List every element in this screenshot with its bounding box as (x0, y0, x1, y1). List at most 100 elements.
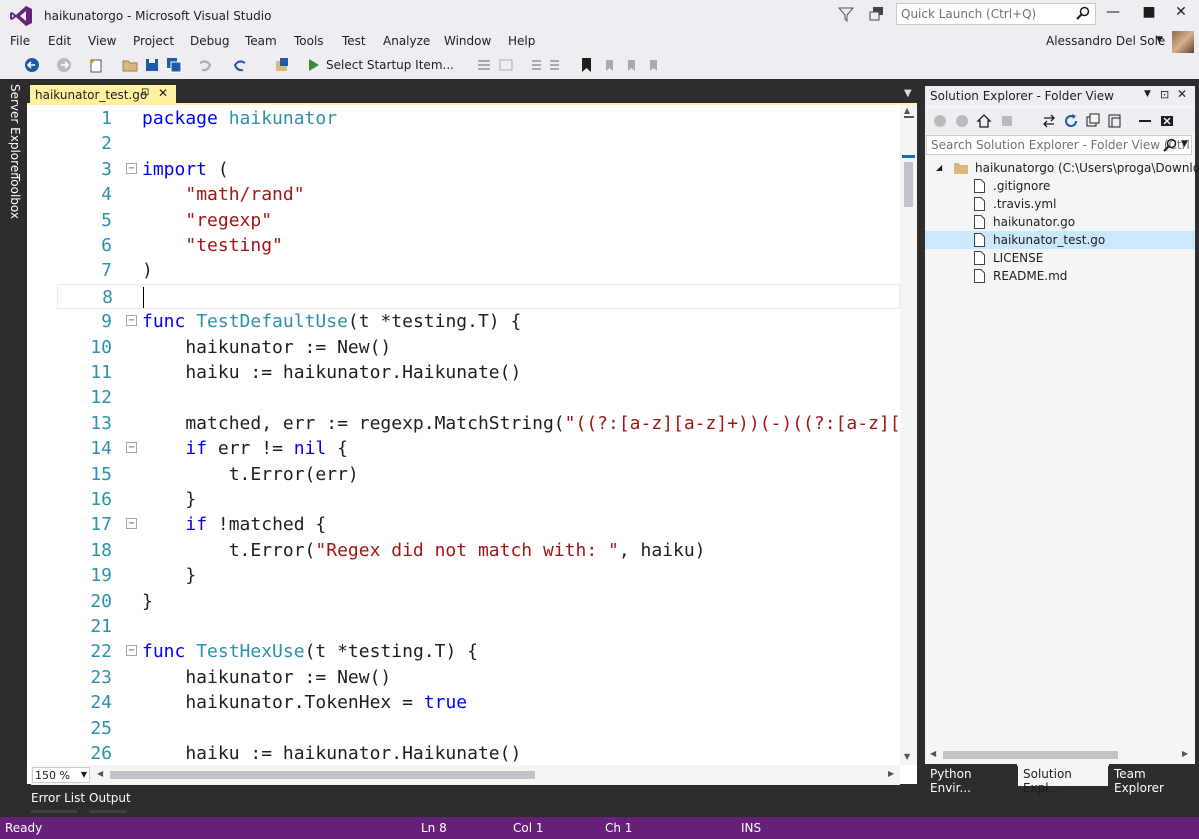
code-line[interactable]: 4 "math/rand" (57, 182, 900, 207)
select-startup-item-dropdown[interactable]: Select Startup Item... (326, 58, 454, 72)
preview-icon[interactable] (1159, 113, 1175, 129)
pin-icon[interactable]: ⊡ (141, 87, 149, 98)
code-line[interactable]: 8 (57, 283, 900, 309)
collapse-all-icon[interactable] (1085, 113, 1101, 129)
menu-edit[interactable]: Edit (48, 34, 71, 48)
save-icon[interactable] (144, 57, 162, 73)
collapse-region-icon[interactable]: − (126, 645, 137, 657)
properties-icon[interactable] (1137, 113, 1153, 129)
tree-item-file[interactable]: LICENSE (925, 249, 1195, 267)
code-line[interactable]: 6 "testing" (57, 233, 900, 258)
chevron-down-icon[interactable]: ▼ (1144, 89, 1151, 99)
solution-explorer-hscroll-thumb[interactable] (943, 751, 1118, 759)
code-line[interactable]: 19 } (57, 563, 900, 588)
next-bookmark-icon[interactable] (622, 57, 640, 73)
tree-item-file[interactable]: .travis.yml (925, 195, 1195, 213)
code-line[interactable]: 24 haikunator.TokenHex = true (57, 690, 900, 715)
close-button[interactable]: ✕ (1166, 4, 1196, 24)
code-line[interactable]: 1 package haikunator (57, 106, 900, 131)
tree-item-file[interactable]: haikunator_test.go (925, 231, 1195, 249)
home-icon[interactable] (976, 113, 992, 129)
zoom-dropdown[interactable]: 150 % ▼ (32, 767, 90, 783)
collapse-region-icon[interactable]: − (126, 162, 137, 174)
code-line[interactable]: 2 (57, 131, 900, 156)
menu-analyze[interactable]: Analyze (383, 34, 430, 48)
code-line[interactable]: 12 (57, 385, 900, 410)
server-explorer-tab[interactable]: Server Explorer (8, 84, 22, 177)
find-in-files-icon[interactable] (274, 57, 292, 73)
solution-explorer-search-input[interactable]: Search Solution Explorer - Folder View (… (926, 135, 1192, 155)
scroll-left-icon[interactable]: ◀ (97, 769, 103, 778)
code-line[interactable]: 15 t.Error(err) (57, 462, 900, 487)
code-line[interactable]: 21 (57, 614, 900, 639)
horizontal-scroll-thumb[interactable] (110, 771, 535, 779)
increase-indent-icon[interactable] (548, 57, 566, 73)
menu-test[interactable]: Test (342, 34, 366, 48)
code-line[interactable]: 23 haikunator := New() (57, 665, 900, 690)
forward-icon[interactable] (954, 113, 970, 129)
previous-bookmark-icon[interactable] (600, 57, 618, 73)
code-line[interactable]: 3 − import ( (57, 157, 900, 182)
scroll-left-icon[interactable]: ◀ (930, 749, 936, 758)
redo-icon[interactable] (231, 57, 249, 73)
menu-project[interactable]: Project (133, 34, 174, 48)
code-line[interactable]: 7) (57, 258, 900, 283)
code-line[interactable]: 16 } (57, 487, 900, 512)
menu-file[interactable]: File (10, 34, 30, 48)
menu-help[interactable]: Help (508, 34, 535, 48)
feedback-icon[interactable] (868, 6, 886, 22)
undo-icon[interactable] (196, 57, 214, 73)
code-text-area[interactable]: 1 package haikunator 2 3− import (4 "math/ra… (57, 105, 900, 765)
tab-team-explorer[interactable]: Team Explorer (1109, 764, 1199, 795)
scroll-up-icon[interactable]: ▲ (904, 106, 910, 115)
notifications-filter-icon[interactable] (838, 6, 854, 22)
user-name[interactable]: Alessandro Del Sole (1046, 34, 1165, 48)
collapse-region-icon[interactable]: − (126, 442, 137, 454)
code-line[interactable]: 13 matched, err := regexp.MatchString("(… (57, 411, 900, 436)
tab-output[interactable]: Output (89, 791, 131, 805)
split-handle[interactable] (904, 116, 914, 118)
clear-bookmarks-icon[interactable] (644, 57, 662, 73)
tab-haikunator-test-go[interactable]: haikunator_test.go (30, 85, 176, 105)
tree-item-file[interactable]: .gitignore (925, 177, 1195, 195)
code-line[interactable]: 20} (57, 589, 900, 614)
close-icon[interactable]: ✕ (158, 86, 168, 100)
code-line[interactable]: 25 (57, 716, 900, 741)
pin-icon[interactable]: ⊡ (1160, 88, 1169, 101)
tree-root-folder[interactable]: ◢ haikunatorgo (C:\Users\proga\Download (925, 159, 1199, 177)
navigate-back-icon[interactable] (24, 57, 42, 73)
comment-lines-icon[interactable] (476, 57, 494, 73)
menu-view[interactable]: View (88, 34, 116, 48)
collapse-region-icon[interactable]: − (126, 518, 137, 530)
scroll-right-icon[interactable]: ▶ (1182, 749, 1188, 758)
solution-tree[interactable]: ◢ haikunatorgo (C:\Users\proga\Download .g… (925, 156, 1199, 746)
code-line[interactable]: 11 haiku := haikunator.Haikunate() (57, 360, 900, 385)
bookmark-icon[interactable] (578, 57, 596, 73)
switch-views-icon[interactable] (1000, 113, 1018, 129)
search-icon[interactable] (1076, 6, 1090, 20)
code-line[interactable]: 9 − func TestDefaultUse(t *testing.T) { (57, 309, 900, 334)
scroll-right-icon[interactable]: ▶ (888, 769, 894, 778)
vertical-scroll-thumb[interactable] (904, 162, 913, 207)
tree-item-file[interactable]: haikunator.go (925, 213, 1195, 231)
open-file-icon[interactable] (122, 57, 140, 73)
chevron-down-icon[interactable]: ▼ (1156, 35, 1163, 45)
new-project-icon[interactable]: ✶ (88, 57, 106, 73)
show-all-files-icon[interactable] (1107, 113, 1123, 129)
quick-launch-input[interactable]: Quick Launch (Ctrl+Q) (896, 3, 1096, 25)
menu-window[interactable]: Window (444, 34, 491, 48)
menu-team[interactable]: Team (245, 34, 277, 48)
maximize-button[interactable]: ■ (1134, 4, 1164, 24)
scroll-down-icon[interactable]: ▼ (904, 752, 910, 761)
decrease-indent-icon[interactable] (526, 57, 544, 73)
close-icon[interactable]: ✕ (1177, 87, 1187, 101)
toolbox-tab[interactable]: Toolbox (8, 174, 22, 219)
tree-item-file[interactable]: README.md (925, 267, 1195, 285)
navigate-forward-icon[interactable] (56, 57, 74, 73)
code-line[interactable]: 18 t.Error("Regex did not match with: ",… (57, 538, 900, 563)
back-icon[interactable] (932, 113, 948, 129)
avatar[interactable] (1172, 31, 1194, 53)
code-line[interactable]: 14 − if err != nil { (57, 436, 900, 461)
code-line[interactable]: 10 haikunator := New() (57, 335, 900, 360)
tab-solution-explorer[interactable]: Solution Expl... (1018, 764, 1108, 795)
